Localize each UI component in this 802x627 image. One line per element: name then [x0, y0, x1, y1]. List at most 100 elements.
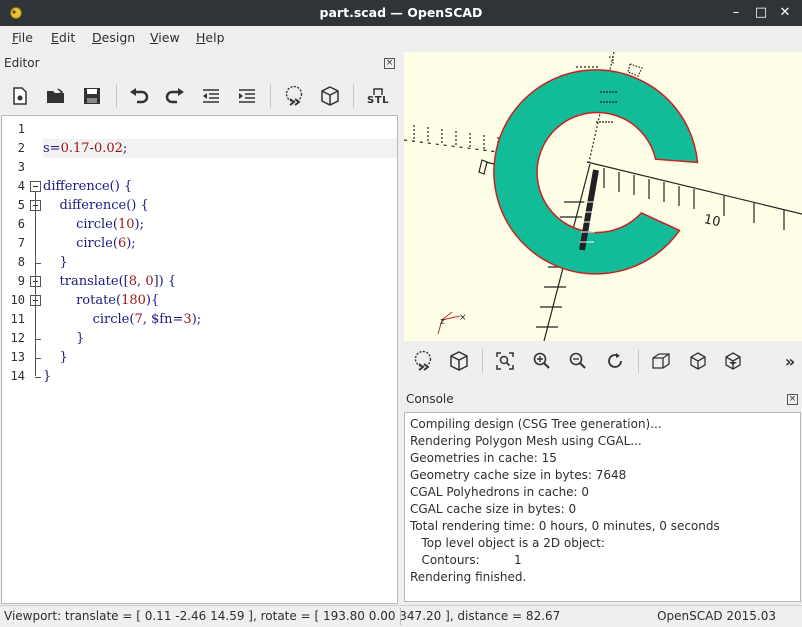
- line-number: 2: [17, 141, 25, 155]
- view-preview-button[interactable]: [409, 347, 437, 375]
- zoom-out-button[interactable]: [564, 347, 592, 375]
- undo-icon: [130, 88, 149, 104]
- console-line: Total rendering time: 0 hours, 0 minutes…: [410, 519, 720, 533]
- save-icon: [84, 88, 100, 104]
- export-stl-button[interactable]: STL: [364, 82, 392, 110]
- line-number: 6: [17, 217, 25, 231]
- view-perspective-button[interactable]: [647, 347, 675, 375]
- view-axes-icon: [725, 352, 741, 370]
- code-line[interactable]: [43, 158, 397, 177]
- code-line[interactable]: s=0.17-0.02;: [43, 139, 397, 158]
- viewport-status: Viewport: translate = [ 0.11 -2.46 14.59…: [4, 609, 561, 623]
- view-perspective-icon: [652, 353, 670, 369]
- menu-design[interactable]: Design: [92, 30, 135, 45]
- unindent-icon: [203, 89, 219, 103]
- code-line[interactable]: rotate(180){: [43, 291, 397, 310]
- toolbar-separator: [638, 349, 639, 373]
- line-number: 14: [10, 369, 25, 383]
- zoom-in-icon: [533, 352, 550, 369]
- render-button[interactable]: [316, 82, 344, 110]
- code-line[interactable]: }: [43, 253, 397, 272]
- status-separator: [400, 608, 401, 625]
- view-all-icon: [496, 352, 514, 370]
- line-number: 4: [17, 179, 25, 193]
- zoom-out-icon: [569, 352, 586, 369]
- axis-label-x-gizmo: ×: [459, 313, 467, 323]
- preview-button[interactable]: [280, 82, 308, 110]
- console-panel: Console × Compiling design (CSG Tree gen…: [403, 390, 802, 604]
- status-bar: Viewport: translate = [ 0.11 -2.46 14.59…: [0, 605, 802, 627]
- axis-x-label-left: [478, 159, 495, 175]
- unindent-button[interactable]: [197, 82, 225, 110]
- code-line[interactable]: }: [43, 348, 397, 367]
- editor-close-icon[interactable]: ×: [384, 58, 395, 69]
- code-line[interactable]: circle(7, $fn=3);: [43, 310, 397, 329]
- new-file-icon: [13, 87, 27, 105]
- viewport-canvas: 10 z ×: [404, 52, 802, 341]
- view-axes-button[interactable]: [719, 347, 747, 375]
- console-title: Console: [406, 392, 454, 406]
- console-close-icon[interactable]: ×: [787, 394, 798, 405]
- new-file-button[interactable]: [6, 82, 34, 110]
- redo-icon: [165, 88, 184, 104]
- menu-help[interactable]: Help: [196, 30, 225, 45]
- view-all-button[interactable]: [491, 347, 519, 375]
- menu-file[interactable]: File: [12, 30, 33, 45]
- more-tools-button[interactable]: »: [780, 347, 800, 375]
- axis-x-ticks-positive: [603, 168, 785, 230]
- line-number: 1: [17, 122, 25, 136]
- 3d-viewport[interactable]: 10 z ×: [404, 52, 802, 341]
- editor-title: Editor: [4, 56, 40, 70]
- open-file-button[interactable]: [42, 82, 70, 110]
- line-number-gutter: 1 2 3 4 5 6 7 8 9 10 11 12 13 14: [2, 116, 42, 603]
- code-line[interactable]: }: [43, 367, 397, 386]
- fold-end-marker: [35, 358, 41, 359]
- reset-view-button[interactable]: [601, 347, 629, 375]
- editor-panel: Editor × STL 1 2 3 4 5 6 7 8 9 10 11 12 …: [0, 52, 399, 604]
- fold-end-marker: [35, 339, 41, 340]
- code-line[interactable]: difference() {: [43, 196, 397, 215]
- code-editor[interactable]: 1 2 3 4 5 6 7 8 9 10 11 12 13 14 s=0.17-0.02; differen…: [1, 115, 398, 604]
- fold-toggle-icon[interactable]: [30, 181, 41, 192]
- code-line[interactable]: difference() {: [43, 177, 397, 196]
- line-number: 9: [17, 274, 25, 288]
- redo-button[interactable]: [161, 82, 189, 110]
- line-number: 7: [17, 236, 25, 250]
- console-line: Geometries in cache: 15: [410, 451, 557, 465]
- preview-icon: [414, 350, 432, 371]
- axes-gizmo: z ×: [437, 311, 467, 335]
- code-line[interactable]: }: [43, 329, 397, 348]
- reset-view-icon: [608, 353, 622, 368]
- open-file-icon: [47, 88, 64, 103]
- code-line[interactable]: translate([8, 0]) {: [43, 272, 397, 291]
- code-line[interactable]: [43, 120, 397, 139]
- toolbar-separator: [353, 84, 354, 108]
- view-render-button[interactable]: [445, 347, 473, 375]
- menu-bar: File Edit Design View Help: [0, 26, 802, 50]
- view-toolbar: »: [404, 341, 802, 383]
- menu-view[interactable]: View: [150, 30, 180, 45]
- preview-icon: [285, 85, 303, 106]
- console-line: Contours: 1: [410, 553, 522, 567]
- line-number: 11: [10, 312, 25, 326]
- minimize-button[interactable]: –: [727, 4, 745, 22]
- window-title: part.scad — OpenSCAD: [319, 5, 483, 20]
- console-line: Compiling design (CSG Tree generation)..…: [410, 417, 662, 431]
- export-stl-icon: [373, 87, 383, 95]
- code-line[interactable]: circle(6);: [43, 234, 397, 253]
- line-number: 5: [17, 198, 25, 212]
- view-orthogonal-button[interactable]: [684, 347, 712, 375]
- save-button[interactable]: [78, 82, 106, 110]
- toolbar-separator: [116, 84, 117, 108]
- zoom-in-button[interactable]: [528, 347, 556, 375]
- indent-button[interactable]: [233, 82, 261, 110]
- toolbar-separator: [270, 84, 271, 108]
- close-button[interactable]: ✕: [776, 4, 794, 22]
- console-line: Rendering finished.: [410, 570, 527, 584]
- undo-button[interactable]: [125, 82, 153, 110]
- code-line[interactable]: circle(10);: [43, 215, 397, 234]
- indent-icon: [239, 89, 255, 103]
- menu-edit[interactable]: Edit: [51, 30, 75, 45]
- console-line: Rendering Polygon Mesh using CGAL...: [410, 434, 642, 448]
- maximize-button[interactable]: □: [752, 4, 770, 22]
